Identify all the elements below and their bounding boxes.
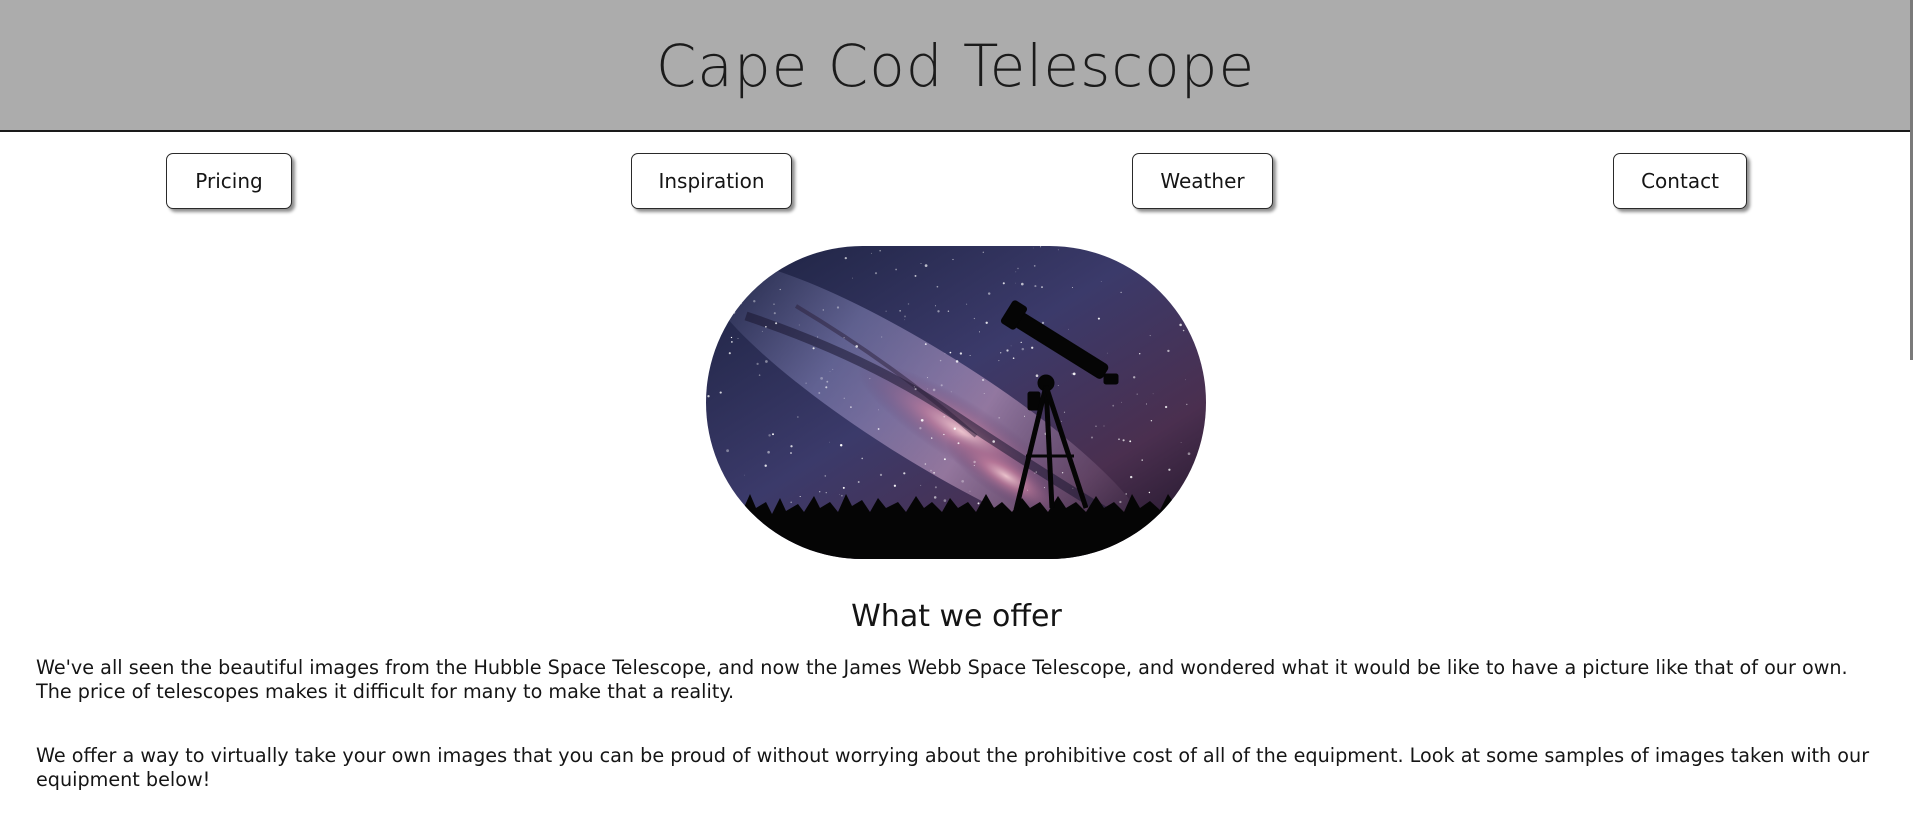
nav-contact-button[interactable]: Contact	[1613, 153, 1747, 209]
page: Cape Cod Telescope Pricing Inspiration W…	[0, 0, 1913, 822]
intro-paragraph: We've all seen the beautiful images from…	[36, 656, 1848, 703]
nav-inspiration-button[interactable]: Inspiration	[631, 153, 792, 209]
milky-way-telescope-image	[706, 246, 1206, 559]
offer-paragraph: We offer a way to virtually take your ow…	[36, 744, 1870, 791]
nav-pricing-label: Pricing	[195, 169, 263, 193]
nav-pricing-button[interactable]: Pricing	[166, 153, 292, 209]
section-heading: What we offer	[851, 599, 1062, 634]
nav-inspiration-label: Inspiration	[658, 169, 765, 193]
site-title: Cape Cod Telescope	[655, 32, 1256, 100]
hero-image	[706, 246, 1206, 559]
nav-weather-button[interactable]: Weather	[1132, 153, 1273, 209]
nav-weather-label: Weather	[1160, 169, 1245, 193]
nav-contact-label: Contact	[1641, 169, 1719, 193]
site-header: Cape Cod Telescope	[0, 0, 1913, 132]
